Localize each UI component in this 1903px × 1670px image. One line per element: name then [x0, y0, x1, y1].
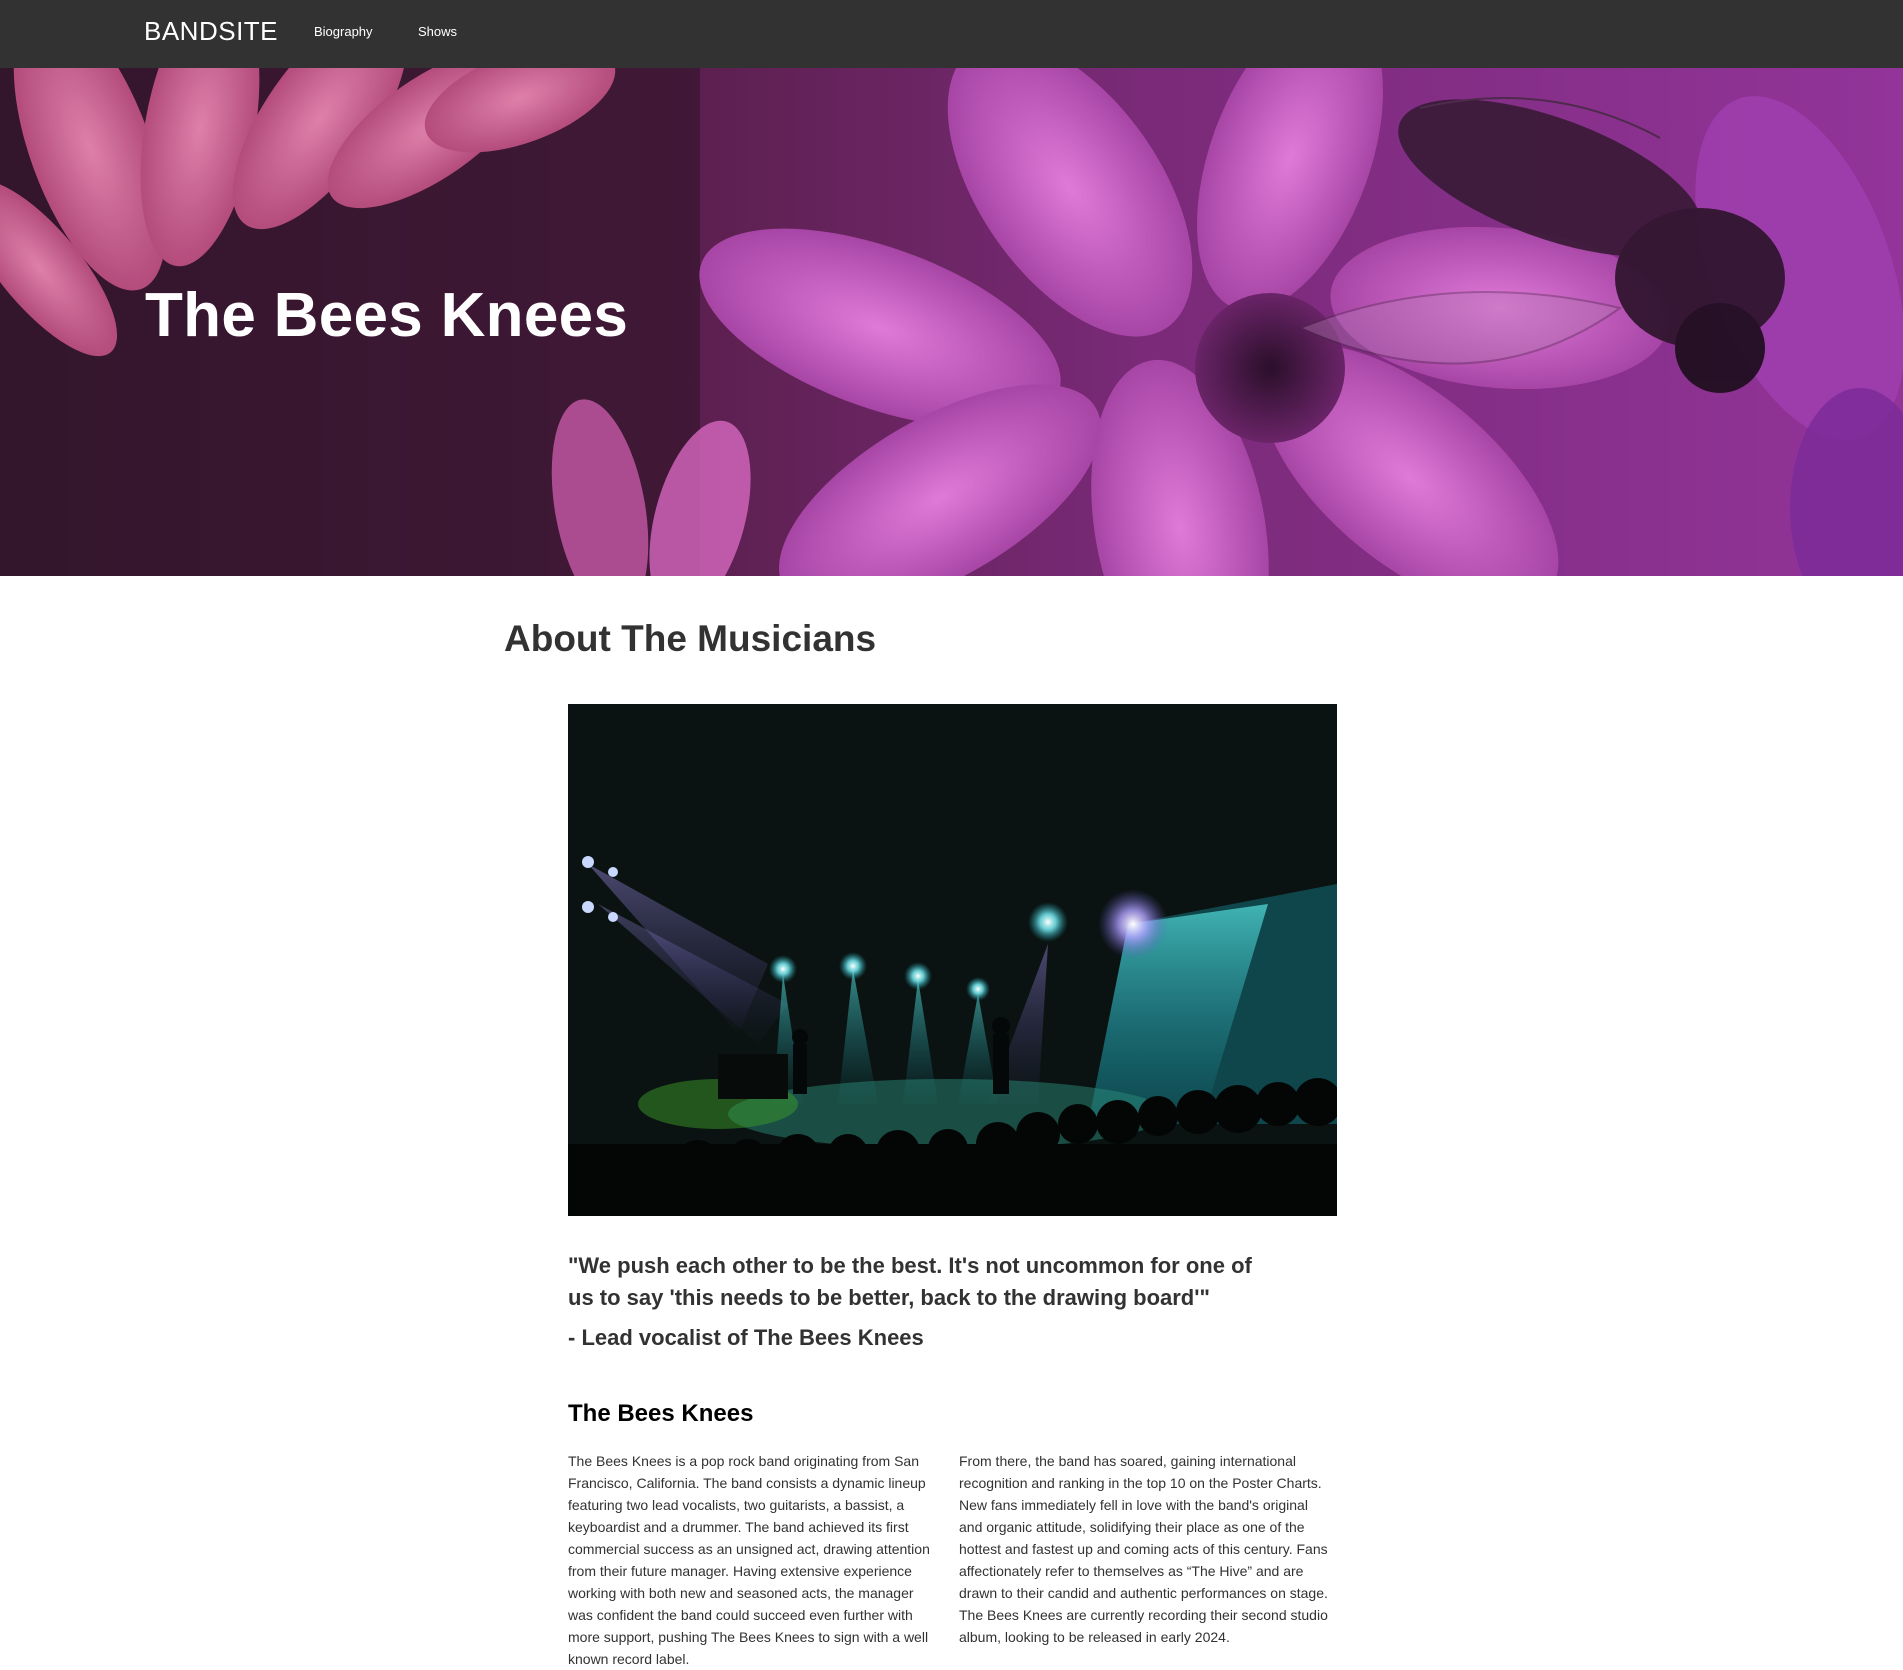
- quote-author: - Lead vocalist of The Bees Knees: [568, 1325, 924, 1350]
- top-nav: BANDSITE Biography Shows: [0, 0, 1903, 68]
- hero-banner: The Bees Knees: [0, 68, 1903, 576]
- bio-paragraph-right: From there, the band has soared, gaining…: [959, 1453, 1328, 1645]
- about-heading: About The Musicians: [504, 618, 877, 659]
- brand-logo[interactable]: BANDSITE: [144, 16, 278, 47]
- hero-title: The Bees Knees: [145, 281, 629, 350]
- bio-paragraph-left: The Bees Knees is a pop rock band origin…: [568, 1453, 930, 1667]
- nav-link-biography[interactable]: Biography: [314, 24, 373, 39]
- band-heading: The Bees Knees: [568, 1400, 754, 1427]
- musician-quote: "We push each other to be the best. It's…: [568, 1253, 1252, 1310]
- concert-photo: [568, 704, 1337, 1216]
- nav-link-shows[interactable]: Shows: [418, 24, 457, 39]
- concert-stage-image: [568, 704, 1337, 1216]
